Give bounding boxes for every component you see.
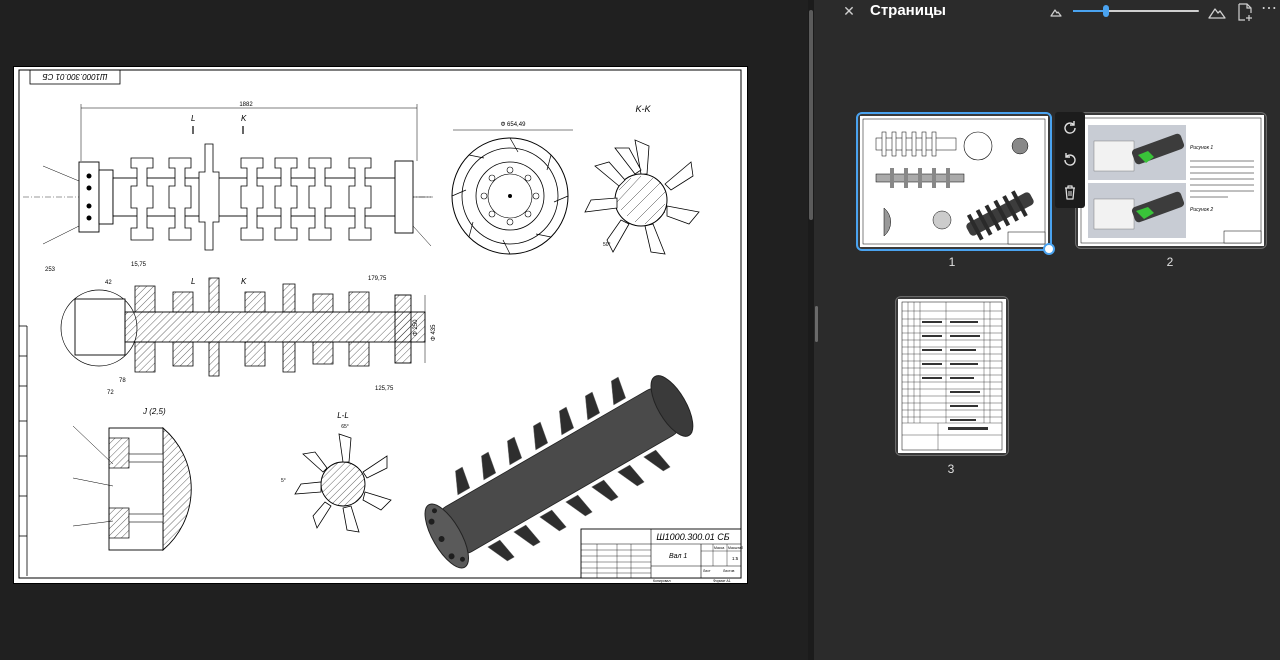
page2-fig1-label: Рисунок 1 bbox=[1190, 145, 1213, 151]
mass-label: Масса bbox=[714, 546, 724, 550]
sheet-label: Лист bbox=[703, 569, 711, 573]
zoom-out-mountain-icon[interactable] bbox=[1049, 5, 1063, 19]
angle-50: 50° bbox=[603, 242, 611, 248]
thumbnail-zoom-slider[interactable] bbox=[1073, 5, 1199, 17]
detail-j-label: J (2,5) bbox=[142, 407, 166, 416]
technical-drawing: Ш1000.300.01 СБ 1882 L K Φ 654,49 K-K 50… bbox=[13, 66, 748, 584]
splitter-grip[interactable] bbox=[815, 306, 818, 342]
page-thumbnail-3[interactable] bbox=[895, 296, 1009, 456]
page-2-preview: Рисунок 1 Рисунок 2 bbox=[1078, 115, 1264, 246]
thumbnail-toolbar bbox=[1055, 112, 1085, 208]
title-code: Ш1000.300.01 СБ bbox=[656, 532, 729, 542]
dim-d250: Φ 250 bbox=[413, 319, 419, 336]
scale-label: Масштаб bbox=[728, 546, 743, 550]
page2-fig2-label: Рисунок 2 bbox=[1190, 207, 1213, 213]
scale-value: 1:5 bbox=[732, 556, 739, 561]
dim-diameter: Φ 654,49 bbox=[501, 122, 526, 128]
rotate-clockwise-icon[interactable] bbox=[1060, 118, 1080, 138]
dim-42: 42 bbox=[105, 280, 112, 286]
more-options-icon[interactable]: ⋯ bbox=[1261, 1, 1277, 20]
pages-panel: ✕ Страницы ⋯ 1 Рисунок 1 Рисунок 2 2 3 bbox=[819, 0, 1280, 660]
dim-72: 72 bbox=[107, 390, 114, 396]
section-ll-label: L-L bbox=[337, 411, 349, 420]
rotate-counterclockwise-icon[interactable] bbox=[1060, 150, 1080, 170]
top-stamp-text: Ш1000.300.01 СБ bbox=[42, 72, 107, 81]
document-viewer[interactable]: Ш1000.300.01 СБ 1882 L K Φ 654,49 K-K 50… bbox=[0, 0, 808, 660]
title-name: Вал 1 bbox=[669, 553, 687, 560]
panel-title: Страницы bbox=[870, 2, 946, 19]
page-thumbnail-2[interactable]: Рисунок 1 Рисунок 2 bbox=[1075, 112, 1267, 249]
zoom-in-mountain-icon[interactable] bbox=[1208, 3, 1226, 21]
dim-17975: 179,75 bbox=[368, 276, 387, 282]
thumbnail-resize-handle[interactable] bbox=[1043, 243, 1055, 255]
label-k-2: K bbox=[241, 277, 247, 286]
dim-total: 1882 bbox=[239, 102, 253, 108]
trash-icon[interactable] bbox=[1060, 182, 1080, 202]
page-thumbnail-1[interactable] bbox=[856, 112, 1052, 251]
label-k: K bbox=[241, 114, 247, 123]
dim-253: 253 bbox=[45, 267, 56, 273]
dim-1575: 15,75 bbox=[131, 262, 147, 268]
section-kk-label: K-K bbox=[635, 104, 651, 114]
sheets-label: Листов bbox=[723, 569, 735, 573]
document-page-1: Ш1000.300.01 СБ 1882 L K Φ 654,49 K-K 50… bbox=[13, 66, 748, 584]
page-1-preview bbox=[860, 116, 1048, 247]
slider-knob[interactable] bbox=[1102, 5, 1109, 17]
scrollbar-thumb[interactable] bbox=[809, 10, 813, 220]
insert-page-icon[interactable] bbox=[1236, 2, 1254, 22]
dim-78: 78 bbox=[119, 378, 126, 384]
dim-d435: Φ 435 bbox=[431, 324, 437, 341]
close-icon[interactable]: ✕ bbox=[841, 3, 857, 19]
panel-header: ✕ Страницы ⋯ bbox=[819, 0, 1280, 24]
slider-fill bbox=[1073, 10, 1106, 12]
format-label: Формат А1 bbox=[713, 579, 731, 583]
page-number-3: 3 bbox=[947, 462, 955, 476]
copied-label: Копировал bbox=[653, 579, 671, 583]
angle-5: 5° bbox=[281, 478, 286, 484]
label-l: L bbox=[191, 114, 195, 123]
page-number-1: 1 bbox=[948, 255, 956, 269]
page-number-2: 2 bbox=[1166, 255, 1174, 269]
page-3-preview bbox=[898, 299, 1006, 453]
angle-65: 65° bbox=[341, 424, 349, 430]
dim-12575: 125,75 bbox=[375, 386, 394, 392]
label-l-2: L bbox=[191, 277, 195, 286]
